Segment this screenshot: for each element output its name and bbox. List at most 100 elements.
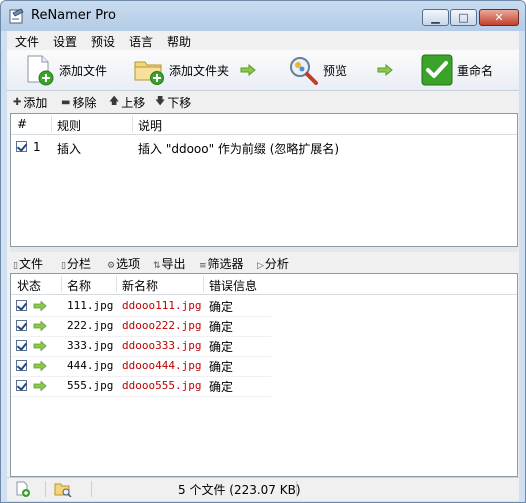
move-down-button[interactable]: 🡇 下移 bbox=[155, 94, 191, 111]
add-rule-button[interactable]: ✚ 添加 bbox=[13, 94, 47, 111]
file-checkbox[interactable] bbox=[16, 320, 27, 331]
title-bar[interactable]: ReNamer Pro ▁ □ ✕ bbox=[1, 1, 525, 31]
file-checkbox[interactable] bbox=[16, 360, 27, 371]
minimize-button[interactable]: ▁ bbox=[422, 9, 449, 26]
move-up-label: 上移 bbox=[121, 96, 146, 110]
preview-button[interactable]: 预览 bbox=[287, 50, 347, 90]
columns-icon: ▯ bbox=[61, 261, 66, 271]
files-toolbar: ▯文件 ▯分栏 ⚙选项 ⇅导出 ≡筛选器 ▷分析 bbox=[7, 252, 519, 273]
tab-filters[interactable]: ≡筛选器 bbox=[199, 255, 244, 272]
checkmark-icon bbox=[421, 54, 453, 86]
header-new-name[interactable]: 新名称 bbox=[122, 277, 158, 294]
menu-presets[interactable]: 预设 bbox=[91, 33, 115, 50]
filter-icon: ≡ bbox=[199, 261, 207, 271]
rules-header: # 规则 说明 bbox=[11, 114, 517, 135]
app-window: ReNamer Pro ▁ □ ✕ 文件 设置 预设 语言 帮助 添加文件 添加… bbox=[0, 0, 526, 503]
header-description[interactable]: 说明 bbox=[138, 117, 162, 134]
files-header: 状态 名称 新名称 错误信息 bbox=[11, 274, 517, 295]
tab-export-label: 导出 bbox=[161, 257, 186, 271]
export-icon: ⇅ bbox=[153, 261, 161, 271]
header-divider bbox=[203, 276, 204, 292]
header-status[interactable]: 状态 bbox=[17, 277, 41, 294]
rule-checkbox[interactable] bbox=[16, 141, 27, 152]
file-row[interactable]: 111.jpg ddooo111.jpg 确定 bbox=[11, 296, 271, 316]
arrow-right-icon bbox=[33, 361, 47, 371]
main-toolbar: 添加文件 添加文件夹 预览 重命名 bbox=[7, 50, 519, 91]
header-error[interactable]: 错误信息 bbox=[209, 277, 257, 294]
files-icon: ▯ bbox=[13, 261, 18, 271]
tab-columns[interactable]: ▯分栏 bbox=[61, 255, 91, 272]
tab-options-label: 选项 bbox=[116, 257, 141, 271]
rule-row[interactable]: 1 插入 插入 "ddooo" 作为前缀 (忽略扩展名) bbox=[11, 138, 517, 158]
remove-rule-label: 移除 bbox=[72, 96, 97, 110]
close-button[interactable]: ✕ bbox=[479, 9, 519, 26]
menu-settings[interactable]: 设置 bbox=[53, 33, 77, 50]
rename-label: 重命名 bbox=[457, 63, 494, 78]
add-folders-label: 添加文件夹 bbox=[169, 63, 230, 78]
folder-search-icon bbox=[54, 483, 72, 497]
menu-language[interactable]: 语言 bbox=[129, 33, 153, 50]
file-checkbox[interactable] bbox=[16, 340, 27, 351]
app-logo-icon bbox=[9, 8, 24, 24]
file-error: 确定 bbox=[209, 340, 234, 354]
play-icon: ▷ bbox=[257, 261, 264, 271]
file-name: 555.jpg bbox=[67, 379, 114, 392]
remove-rule-button[interactable]: ▬ 移除 bbox=[61, 94, 96, 111]
row-divider bbox=[11, 396, 271, 397]
file-row[interactable]: 555.jpg ddooo555.jpg 确定 bbox=[11, 376, 271, 396]
add-folder-icon bbox=[134, 61, 164, 85]
file-error: 确定 bbox=[209, 320, 234, 334]
header-rule[interactable]: 规则 bbox=[57, 117, 81, 134]
tab-files[interactable]: ▯文件 bbox=[13, 255, 43, 272]
file-name: 444.jpg bbox=[67, 359, 114, 372]
maximize-button[interactable]: □ bbox=[450, 9, 477, 26]
file-row[interactable]: 333.jpg ddooo333.jpg 确定 bbox=[11, 336, 271, 356]
file-new-name: ddooo222.jpg bbox=[122, 319, 202, 332]
file-error: 确定 bbox=[209, 360, 234, 374]
tab-export[interactable]: ⇅导出 bbox=[153, 255, 186, 272]
move-up-button[interactable]: 🡅 上移 bbox=[109, 94, 145, 111]
rename-button[interactable]: 重命名 bbox=[421, 50, 493, 90]
arrow-up-icon: 🡅 bbox=[109, 96, 120, 107]
file-new-name: ddooo111.jpg bbox=[122, 299, 202, 312]
tab-analyze[interactable]: ▷分析 bbox=[257, 255, 289, 272]
rules-toolbar: ✚ 添加 ▬ 移除 🡅 上移 🡇 下移 bbox=[7, 92, 519, 112]
file-row[interactable]: 222.jpg ddooo222.jpg 确定 bbox=[11, 316, 271, 336]
files-list[interactable]: 状态 名称 新名称 错误信息 111.jpg ddooo111.jpg 确定 2… bbox=[10, 273, 518, 477]
arrow-right-icon bbox=[33, 301, 47, 311]
file-name: 111.jpg bbox=[67, 299, 114, 312]
add-folders-button[interactable]: 添加文件夹 bbox=[133, 50, 229, 90]
header-divider bbox=[132, 116, 133, 132]
options-icon: ⚙ bbox=[107, 261, 116, 271]
close-icon: ✕ bbox=[494, 11, 504, 24]
magnifier-icon bbox=[290, 57, 318, 85]
plus-icon: ✚ bbox=[13, 97, 22, 108]
header-divider bbox=[116, 276, 117, 292]
header-divider bbox=[51, 116, 52, 132]
menu-file[interactable]: 文件 bbox=[15, 33, 39, 50]
rules-list[interactable]: # 规则 说明 1 插入 插入 "ddooo" 作为前缀 (忽略扩展名) bbox=[10, 113, 518, 247]
tab-analyze-label: 分析 bbox=[264, 257, 289, 271]
minimize-icon: ▁ bbox=[431, 11, 440, 24]
header-index[interactable]: # bbox=[17, 117, 27, 131]
add-files-button[interactable]: 添加文件 bbox=[25, 50, 107, 90]
file-new-name: ddooo444.jpg bbox=[122, 359, 202, 372]
add-file-icon bbox=[16, 481, 30, 497]
arrow-right-icon bbox=[240, 64, 256, 76]
file-name: 333.jpg bbox=[67, 339, 114, 352]
tab-options[interactable]: ⚙选项 bbox=[107, 255, 140, 272]
file-checkbox[interactable] bbox=[16, 300, 27, 311]
arrow-down-icon: 🡇 bbox=[155, 96, 166, 107]
header-name[interactable]: 名称 bbox=[67, 277, 91, 294]
add-rule-label: 添加 bbox=[23, 96, 48, 110]
menu-help[interactable]: 帮助 bbox=[167, 33, 191, 50]
file-new-name: ddooo333.jpg bbox=[122, 339, 202, 352]
file-row[interactable]: 444.jpg ddooo444.jpg 确定 bbox=[11, 356, 271, 376]
file-checkbox[interactable] bbox=[16, 380, 27, 391]
files-summary: 5 个文件 (223.07 KB) bbox=[178, 483, 301, 497]
move-down-label: 下移 bbox=[167, 96, 192, 110]
status-add-file[interactable] bbox=[7, 481, 46, 497]
status-divider bbox=[296, 481, 297, 497]
status-add-folder[interactable] bbox=[45, 481, 92, 497]
arrow-right-icon bbox=[377, 64, 393, 76]
